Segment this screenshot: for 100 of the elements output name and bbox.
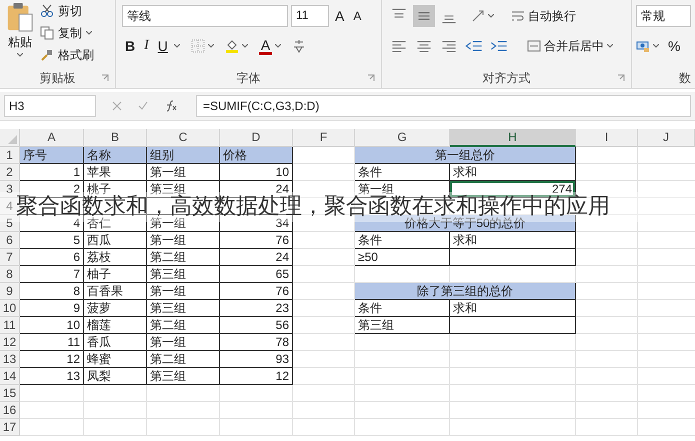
row-header[interactable]: 6 <box>0 232 20 249</box>
table-cell: 第一组 <box>147 334 220 351</box>
table-cell: 93 <box>220 351 293 368</box>
function-icon[interactable] <box>164 100 178 112</box>
row-header[interactable]: 9 <box>0 283 20 300</box>
row-header[interactable]: 5 <box>0 215 20 232</box>
table-cell: 条件 <box>355 232 450 249</box>
table-cell: 苹果 <box>84 164 147 181</box>
paste-button[interactable]: 粘贴 <box>8 34 32 51</box>
header-cell: 序号 <box>20 147 84 164</box>
underline-button[interactable]: U <box>154 38 171 54</box>
caret-icon[interactable] <box>653 44 659 48</box>
dialog-launcher-icon[interactable] <box>101 74 109 82</box>
table-cell: 13 <box>20 368 84 385</box>
currency-icon[interactable] <box>636 39 650 53</box>
table-cell: 第三组 <box>147 300 220 317</box>
cut-button[interactable]: 剪切 <box>58 2 82 20</box>
text-orientation-icon[interactable] <box>471 9 485 23</box>
shrink-font-button[interactable]: A <box>350 9 364 23</box>
table-cell: 杏仁 <box>84 215 147 232</box>
check-icon[interactable] <box>138 101 148 111</box>
caret-icon[interactable] <box>275 44 282 48</box>
caret-icon[interactable] <box>86 31 92 35</box>
table-cell: 第二组 <box>147 317 220 334</box>
table-cell: 10 <box>220 164 293 181</box>
row-header[interactable]: 8 <box>0 266 20 283</box>
paste-icon[interactable] <box>6 2 34 32</box>
table-cell: 12 <box>20 351 84 368</box>
table-cell: 荔枝 <box>84 249 147 266</box>
column-header[interactable]: F <box>293 129 355 147</box>
percent-button[interactable]: % <box>668 38 680 54</box>
bold-button[interactable]: B <box>122 38 138 54</box>
dialog-launcher-icon[interactable] <box>367 74 375 82</box>
table-cell: 7 <box>20 266 84 283</box>
copy-button[interactable]: 复制 <box>58 24 82 42</box>
caret-icon[interactable] <box>488 14 494 18</box>
table-cell: 76 <box>220 283 293 300</box>
dialog-launcher-icon[interactable] <box>617 74 625 82</box>
caret-icon[interactable] <box>607 44 613 48</box>
row-header[interactable]: 12 <box>0 334 20 351</box>
table-cell: 香瓜 <box>84 334 147 351</box>
table-cell: 1 <box>20 164 84 181</box>
row-header[interactable]: 1 <box>0 147 20 164</box>
group-label: 字体 <box>236 70 260 86</box>
font-size-field[interactable]: 11 <box>291 5 329 27</box>
phonetic-guide-icon[interactable] <box>292 39 306 53</box>
table-cell: 6 <box>20 249 84 266</box>
grow-font-button[interactable]: A <box>332 8 348 24</box>
brush-icon[interactable] <box>40 48 54 62</box>
caret-icon[interactable] <box>208 44 214 48</box>
column-header[interactable]: C <box>147 129 220 147</box>
table-cell: 第二组 <box>147 351 220 368</box>
column-header[interactable]: D <box>220 129 293 147</box>
align-middle-icon[interactable] <box>413 5 435 27</box>
table-cell: 柚子 <box>84 266 147 283</box>
row-header[interactable]: 14 <box>0 368 20 385</box>
group-label: 剪贴板 <box>40 70 76 86</box>
wrap-text-button[interactable]: 自动换行 <box>528 8 576 24</box>
merge-cells-icon[interactable] <box>527 39 541 53</box>
caret-icon[interactable] <box>17 53 23 57</box>
copy-icon[interactable] <box>40 26 54 40</box>
wrap-text-icon[interactable] <box>511 9 525 23</box>
column-header[interactable]: A <box>20 129 84 147</box>
row-header[interactable]: 10 <box>0 300 20 317</box>
group-label: 对齐方式 <box>482 70 530 86</box>
table-cell: 12 <box>220 368 293 385</box>
row-header[interactable]: 7 <box>0 249 20 266</box>
caret-icon[interactable] <box>174 44 180 48</box>
format-painter-button[interactable]: 格式刷 <box>58 46 94 64</box>
row-header[interactable]: 11 <box>0 317 20 334</box>
row-header[interactable]: 17 <box>0 419 20 436</box>
table-cell: 榴莲 <box>84 317 147 334</box>
column-header[interactable]: I <box>576 129 638 147</box>
row-header[interactable]: 15 <box>0 385 20 402</box>
merged-title-cell: 除了第三组的总价 <box>355 283 576 300</box>
row-header[interactable]: 16 <box>0 402 20 419</box>
row-header[interactable]: 13 <box>0 351 20 368</box>
table-cell: 第三组 <box>147 266 220 283</box>
column-header[interactable]: B <box>84 129 147 147</box>
table-cell: 10 <box>20 317 84 334</box>
font-color-button[interactable]: A <box>258 38 272 54</box>
scissors-icon[interactable] <box>40 4 54 18</box>
row-header[interactable]: 2 <box>0 164 20 181</box>
table-cell: 菠萝 <box>84 300 147 317</box>
merge-center-button[interactable]: 合并后居中 <box>544 38 604 54</box>
column-header[interactable]: J <box>638 129 695 147</box>
header-cell: 名称 <box>84 147 147 164</box>
formula-field[interactable]: =SUMIF(C:C,G3,D:D) <box>196 95 691 117</box>
table-cell: 78 <box>220 334 293 351</box>
italic-button[interactable]: I <box>141 38 152 54</box>
table-cell: 第一组 <box>147 283 220 300</box>
column-header[interactable]: H <box>450 129 576 147</box>
fill-bucket-icon[interactable] <box>224 39 239 53</box>
number-format-field[interactable]: 常规 <box>636 5 691 27</box>
font-name-field[interactable]: 等线 <box>122 5 288 27</box>
table-cell: 第三组 <box>355 317 450 334</box>
column-header[interactable]: G <box>355 129 450 147</box>
name-box[interactable]: H3 <box>4 95 96 117</box>
caret-icon[interactable] <box>242 44 248 48</box>
table-cell: 65 <box>220 266 293 283</box>
